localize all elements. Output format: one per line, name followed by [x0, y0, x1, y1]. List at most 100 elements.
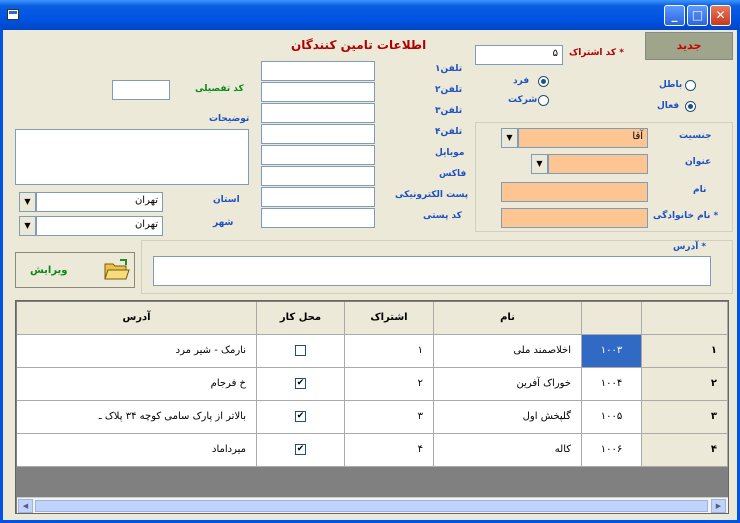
- province-dropdown-button[interactable]: ▼: [19, 192, 36, 212]
- radio-inactive-label: باطل: [659, 80, 683, 90]
- work-checkbox[interactable]: [295, 345, 306, 356]
- family-input[interactable]: [501, 208, 648, 228]
- name-input[interactable]: [501, 182, 648, 202]
- tel3-label: تلفن۳: [435, 106, 463, 116]
- cell-address: بالاتر از پارک سامی کوچه ۳۴ پلاک ـ: [17, 401, 257, 433]
- gender-input[interactable]: آقا: [518, 128, 648, 148]
- city-input[interactable]: تهران: [36, 216, 163, 236]
- cell-index: ۱: [642, 335, 728, 367]
- tel1-input[interactable]: [261, 61, 375, 81]
- title-label: عنوان: [685, 157, 712, 167]
- radio-person[interactable]: [538, 76, 549, 87]
- horizontal-scrollbar[interactable]: ◀ ▶: [17, 497, 728, 513]
- cell-work: [257, 335, 345, 367]
- cell-code: ۱۰۰۴: [582, 368, 642, 400]
- supplier-window: _ □ ✕ اطلاعات تامین کنندگان جدید * کد اش…: [0, 0, 740, 523]
- header-share[interactable]: اشتراک: [345, 302, 434, 334]
- province-label: استان: [213, 195, 240, 205]
- radio-person-label: فرد: [513, 76, 530, 86]
- desc-textarea[interactable]: [15, 129, 249, 185]
- cell-address: نارمک - شیر مرد: [17, 335, 257, 367]
- address-textarea[interactable]: [153, 256, 711, 286]
- tel2-input[interactable]: [261, 82, 375, 102]
- work-checkbox[interactable]: ✔: [295, 444, 306, 455]
- cell-index: ۳: [642, 401, 728, 433]
- gender-label: جنسیت: [679, 131, 712, 141]
- close-button[interactable]: ✕: [710, 5, 731, 26]
- cell-share: ۲: [345, 368, 434, 400]
- membership-code-label: * کد اشتراک: [569, 48, 624, 58]
- email-label: پست الکترونیکی: [395, 190, 469, 200]
- supplier-grid: آدرس محل کار اشتراک نام نارمک - شیر مرد …: [15, 300, 729, 514]
- folder-open-icon: [104, 259, 130, 280]
- radio-active-label: فعال: [657, 101, 680, 111]
- cell-work: ✔: [257, 434, 345, 466]
- title-dropdown-button[interactable]: ▼: [531, 154, 548, 174]
- name-label: نام: [693, 185, 707, 195]
- email-input[interactable]: [261, 187, 375, 207]
- work-checkbox[interactable]: ✔: [295, 411, 306, 422]
- title-bar: _ □ ✕: [0, 0, 740, 30]
- cell-name: کاله: [434, 434, 582, 466]
- cell-index: ۲: [642, 368, 728, 400]
- cell-work: ✔: [257, 368, 345, 400]
- scroll-right-icon[interactable]: ▶: [711, 499, 726, 513]
- city-dropdown-button[interactable]: ▼: [19, 216, 36, 236]
- mobile-input[interactable]: [261, 145, 375, 165]
- header-address[interactable]: آدرس: [17, 302, 257, 334]
- tel1-label: تلفن۱: [435, 64, 463, 74]
- fax-input[interactable]: [261, 166, 375, 186]
- header-work[interactable]: محل کار: [257, 302, 345, 334]
- membership-code-input[interactable]: ۵: [475, 45, 563, 65]
- table-row[interactable]: میرداماد ✔ ۴ کاله ۱۰۰۶ ۴: [17, 434, 728, 467]
- cell-share: ۱: [345, 335, 434, 367]
- cell-name: خوراک آفرین: [434, 368, 582, 400]
- header-code[interactable]: [582, 302, 642, 334]
- cell-share: ۴: [345, 434, 434, 466]
- edit-button[interactable]: ویرایش: [15, 252, 135, 288]
- address-label: * آدرس: [673, 242, 707, 252]
- tel2-label: تلفن۲: [435, 85, 463, 95]
- form-body: اطلاعات تامین کنندگان جدید * کد اشتراک ۵…: [3, 30, 737, 520]
- minimize-button[interactable]: _: [664, 5, 685, 26]
- radio-company[interactable]: [538, 95, 549, 106]
- grid-header: آدرس محل کار اشتراک نام: [17, 302, 728, 335]
- cell-code: ۱۰۰۳: [582, 335, 642, 367]
- table-row[interactable]: خ فرجام ✔ ۲ خوراک آفرین ۱۰۰۴ ۲: [17, 368, 728, 401]
- edit-button-label: ویرایش: [30, 265, 68, 276]
- table-row[interactable]: بالاتر از پارک سامی کوچه ۳۴ پلاک ـ ✔ ۳ گ…: [17, 401, 728, 434]
- city-label: شهر: [213, 218, 234, 228]
- app-icon: [7, 9, 19, 20]
- gender-dropdown-button[interactable]: ▼: [501, 128, 518, 148]
- form-title: اطلاعات تامین کنندگان: [291, 38, 427, 52]
- scroll-thumb[interactable]: [35, 500, 708, 512]
- tel4-input[interactable]: [261, 124, 375, 144]
- tel3-input[interactable]: [261, 103, 375, 123]
- table-row[interactable]: نارمک - شیر مرد ۱ اخلاصمند ملی ۱۰۰۳ ۱: [17, 335, 728, 368]
- title-input[interactable]: [548, 154, 648, 174]
- cell-code: ۱۰۰۵: [582, 401, 642, 433]
- cell-index: ۴: [642, 434, 728, 466]
- cell-work: ✔: [257, 401, 345, 433]
- radio-company-label: شرکت: [508, 95, 538, 105]
- radio-active[interactable]: [685, 101, 696, 112]
- cell-share: ۳: [345, 401, 434, 433]
- maximize-button[interactable]: □: [687, 5, 708, 26]
- cell-name: اخلاصمند ملی: [434, 335, 582, 367]
- header-name[interactable]: نام: [434, 302, 582, 334]
- detail-code-input[interactable]: [112, 80, 170, 100]
- desc-label: توضیحات: [209, 114, 250, 124]
- postal-input[interactable]: [261, 208, 375, 228]
- tel4-label: تلفن۴: [435, 127, 463, 137]
- new-button[interactable]: جدید: [645, 32, 733, 60]
- cell-code: ۱۰۰۶: [582, 434, 642, 466]
- scroll-left-icon[interactable]: ◀: [18, 499, 33, 513]
- work-checkbox[interactable]: ✔: [295, 378, 306, 389]
- header-index[interactable]: [642, 302, 728, 334]
- detail-code-label: کد تفصیلی: [195, 84, 244, 94]
- family-label: * نام خانوادگی: [653, 211, 719, 221]
- radio-inactive[interactable]: [685, 80, 696, 91]
- province-input[interactable]: تهران: [36, 192, 163, 212]
- cell-address: خ فرجام: [17, 368, 257, 400]
- cell-name: گلپخش اول: [434, 401, 582, 433]
